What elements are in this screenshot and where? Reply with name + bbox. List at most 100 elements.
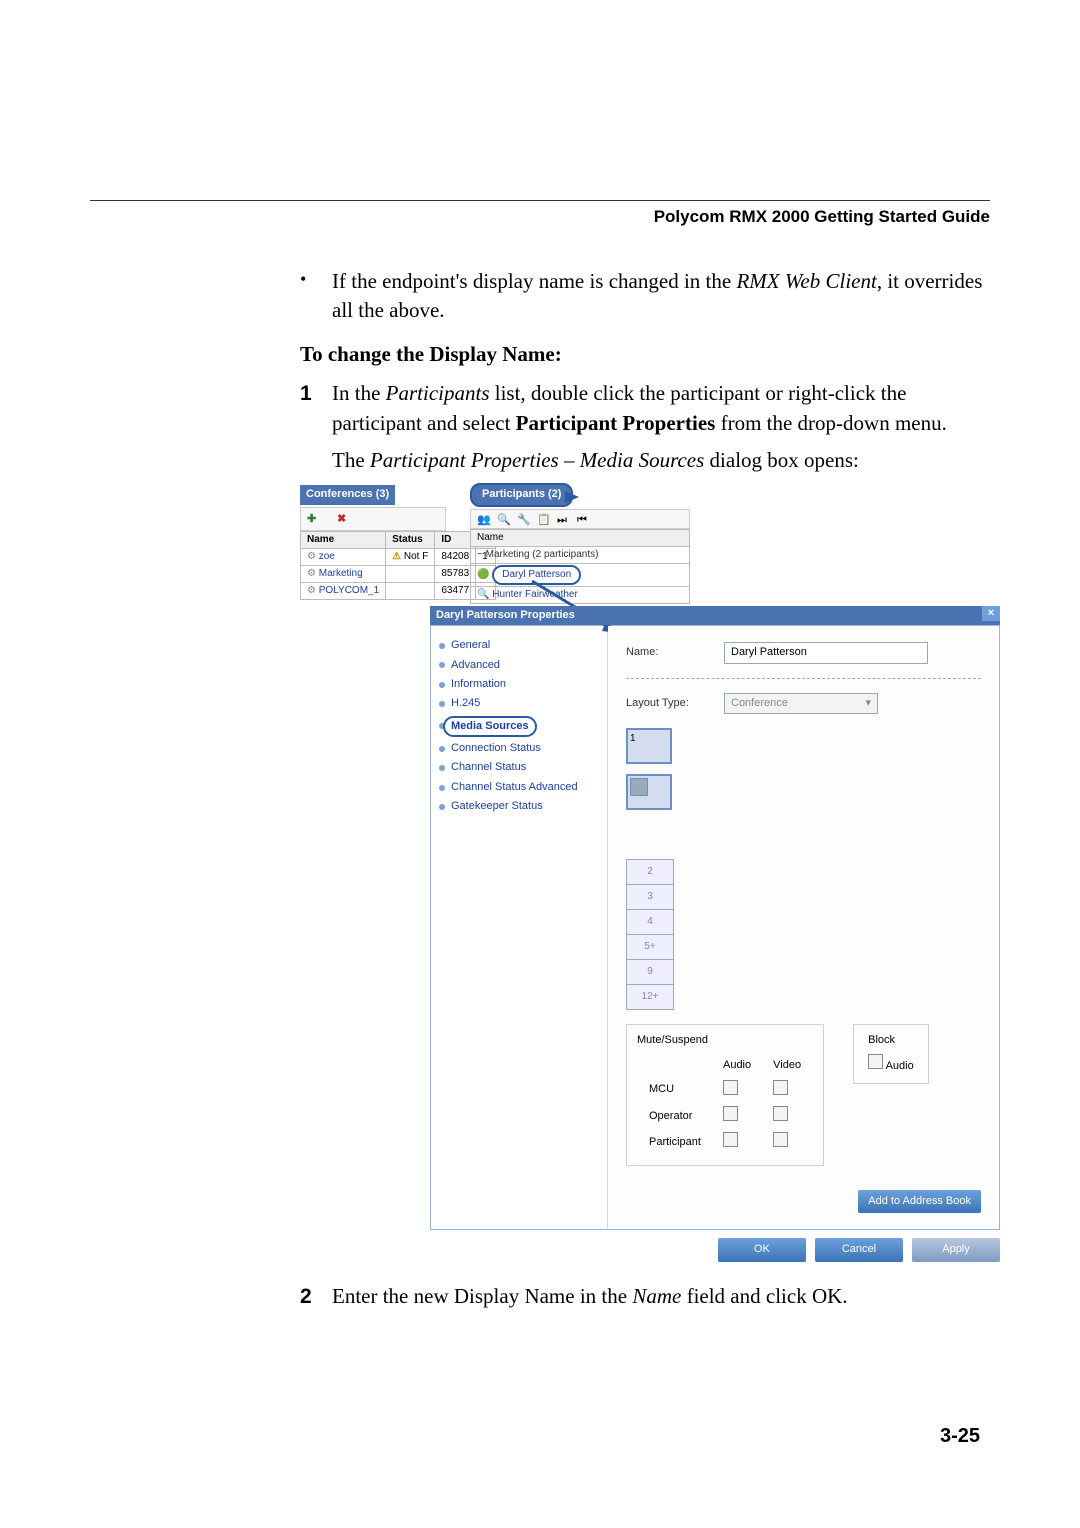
nav-gatekeeper-status[interactable]: Gatekeeper Status <box>439 797 599 816</box>
toolbar-icon[interactable]: 🔍 <box>497 513 509 525</box>
layout-option-9[interactable]: 9 <box>626 959 674 985</box>
nav-channel-status[interactable]: Channel Status <box>439 758 599 777</box>
participants-toolbar: 👥 🔍 🔧 📋 ⏭ ⏮ <box>470 509 690 529</box>
nav-h245[interactable]: H.245 <box>439 694 599 713</box>
toolbar-icon[interactable]: ⏮ <box>577 513 589 525</box>
mute-col-audio: Audio <box>713 1056 761 1075</box>
step2-em: Name <box>632 1284 681 1308</box>
mcu-video-checkbox[interactable] <box>773 1080 788 1095</box>
step1-bold: Participant Properties <box>516 411 716 435</box>
nav-label: H.245 <box>451 696 480 711</box>
participants-column-name[interactable]: Name <box>470 529 690 547</box>
layout-option-thumb[interactable] <box>626 774 672 810</box>
layout-option-2[interactable]: 2 <box>626 859 674 885</box>
mcu-audio-checkbox[interactable] <box>723 1080 738 1095</box>
page-header: Polycom RMX 2000 Getting Started Guide <box>90 207 990 227</box>
step-1: 1 In the Participants list, double click… <box>300 379 990 438</box>
nav-label: Channel Status Advanced <box>451 780 578 795</box>
nav-bullet-icon <box>439 643 445 649</box>
conferences-pane: ✚ ✖ Name Status ID S ⚙ zoe ⚠ Not F 84208… <box>300 505 468 600</box>
toolbar-icon[interactable]: 📋 <box>537 513 549 525</box>
conferences-toolbar: ✚ ✖ <box>300 507 446 531</box>
nav-bullet-icon <box>439 765 445 771</box>
change-display-name-heading: To change the Display Name: <box>300 340 990 369</box>
conference-icon: ⚙ <box>307 568 316 579</box>
dialog-button-row: OK Cancel Apply <box>430 1238 1000 1261</box>
step-2-text: Enter the new Display Name in the Name f… <box>332 1282 990 1311</box>
col-name[interactable]: Name <box>301 531 386 548</box>
nav-label: Advanced <box>451 658 500 673</box>
table-row[interactable]: ⚙ POLYCOM_1 63477 <box>301 582 496 599</box>
layout-type-label: Layout Type: <box>626 696 712 711</box>
mute-suspend-title: Mute/Suspend <box>637 1033 813 1048</box>
dialog-close-button[interactable]: × <box>982 606 1000 621</box>
nav-information[interactable]: Information <box>439 675 599 694</box>
participant-video-checkbox[interactable] <box>773 1132 788 1147</box>
conferences-header-row: Name Status ID S <box>301 531 496 548</box>
layout-option-1[interactable]: 1 <box>626 728 672 764</box>
layout-option-4[interactable]: 4 <box>626 909 674 935</box>
add-conference-icon[interactable]: ✚ <box>307 512 321 526</box>
name-field-row: Name: Daryl Patterson <box>626 642 981 663</box>
step-2-number: 2 <box>300 1282 332 1311</box>
nav-label: Channel Status <box>451 760 526 775</box>
properties-nav: General Advanced Information H.245 Media… <box>431 626 608 1229</box>
step-1-number: 1 <box>300 379 332 438</box>
nav-bullet-icon <box>439 662 445 668</box>
properties-main-panel: Name: Daryl Patterson Layout Type: Confe… <box>608 626 999 1229</box>
mute-col-video: Video <box>763 1056 811 1075</box>
participant-audio-checkbox[interactable] <box>723 1132 738 1147</box>
col-status[interactable]: Status <box>386 531 435 548</box>
chevron-down-icon: ▾ <box>865 696 871 711</box>
add-to-address-book-button[interactable]: Add to Address Book <box>858 1190 981 1213</box>
bullet-item: • If the endpoint's display name is chan… <box>300 267 990 326</box>
page-number: 3-25 <box>940 1425 980 1448</box>
cell: POLYCOM_1 <box>319 585 379 596</box>
layout-option-12[interactable]: 12+ <box>626 984 674 1010</box>
toolbar-icon[interactable]: 👥 <box>477 513 489 525</box>
nav-media-sources[interactable]: Media Sources <box>439 714 599 739</box>
nav-connection-status[interactable]: Connection Status <box>439 739 599 758</box>
name-input[interactable]: Daryl Patterson <box>724 642 928 663</box>
participants-panel-title-callout: Participants (2) <box>470 483 573 506</box>
nav-channel-status-advanced[interactable]: Channel Status Advanced <box>439 778 599 797</box>
cancel-button[interactable]: Cancel <box>815 1238 903 1261</box>
toolbar-icon[interactable]: ⏭ <box>557 513 569 525</box>
cell: Marketing <box>319 568 363 579</box>
dropdown-value: Conference <box>731 696 788 711</box>
delete-conference-icon[interactable]: ✖ <box>337 512 351 526</box>
operator-video-checkbox[interactable] <box>773 1106 788 1121</box>
step2-a: Enter the new Display Name in the <box>332 1284 632 1308</box>
toolbar-icon[interactable]: 🔧 <box>517 513 529 525</box>
thumbnail-icon <box>630 778 648 796</box>
layout-type-dropdown[interactable]: Conference ▾ <box>724 693 878 714</box>
step2-b: field and click OK. <box>681 1284 847 1308</box>
nav-advanced[interactable]: Advanced <box>439 656 599 675</box>
nav-label: Connection Status <box>451 741 541 756</box>
table-row[interactable]: ⚙ zoe ⚠ Not F 84208 1 <box>301 548 496 565</box>
step-1-text: In the Participants list, double click t… <box>332 379 990 438</box>
participant-status-icon: 🟢 <box>477 569 489 580</box>
nav-bullet-icon <box>439 804 445 810</box>
step1-c: from the drop-down menu. <box>715 411 947 435</box>
layout-option-3[interactable]: 3 <box>626 884 674 910</box>
nav-bullet-icon <box>439 682 445 688</box>
apply-button[interactable]: Apply <box>912 1238 1000 1261</box>
nav-label: Gatekeeper Status <box>451 799 543 814</box>
mute-row-mcu: MCU <box>639 1078 711 1102</box>
block-audio-checkbox[interactable] <box>868 1054 883 1069</box>
block-audio-label: Audio <box>886 1060 914 1072</box>
dialog-titlebar: Daryl Patterson Properties × <box>430 606 1000 625</box>
dcap-b: dialog box opens: <box>704 448 859 472</box>
block-title: Block <box>868 1033 914 1048</box>
slot-label: 1 <box>630 732 636 746</box>
nav-bullet-icon <box>439 746 445 752</box>
operator-audio-checkbox[interactable] <box>723 1106 738 1121</box>
nav-label: General <box>451 638 490 653</box>
status-warning-icon: ⚠ <box>392 551 401 562</box>
participants-group-row[interactable]: − Marketing (2 participants) <box>470 547 690 564</box>
table-row[interactable]: ⚙ Marketing 85783 1 <box>301 565 496 582</box>
ok-button[interactable]: OK <box>718 1238 806 1261</box>
layout-option-5[interactable]: 5+ <box>626 934 674 960</box>
step-2: 2 Enter the new Display Name in the Name… <box>300 1282 990 1311</box>
